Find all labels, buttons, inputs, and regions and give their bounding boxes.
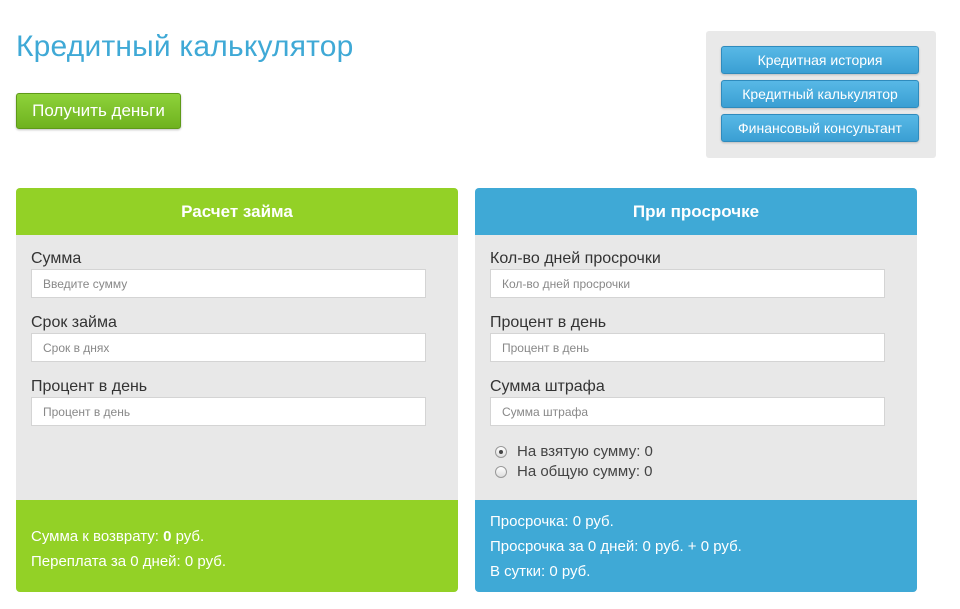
amount-input[interactable] xyxy=(31,269,426,298)
overdue-rate-input[interactable] xyxy=(490,333,885,362)
overdue-summary-footer: Просрочка: 0 руб. Просрочка за 0 дней: 0… xyxy=(475,500,917,592)
amount-label: Сумма xyxy=(31,250,82,267)
penalty-amount-input[interactable] xyxy=(490,397,885,426)
overdue-total-text: Просрочка: 0 руб. xyxy=(490,513,614,530)
overdue-per-day-text: В сутки: 0 руб. xyxy=(490,563,591,580)
daily-rate-input[interactable] xyxy=(31,397,426,426)
repay-amount-text: Сумма к возврату: 0 руб. xyxy=(31,528,204,545)
overdue-days-input[interactable] xyxy=(490,269,885,298)
nav-menu: Кредитная история Кредитный калькулятор … xyxy=(706,31,936,158)
overdue-rate-label: Процент в день xyxy=(490,314,607,331)
radio-label-total: На общую сумму: 0 xyxy=(517,463,653,480)
overpay-text: Переплата за 0 дней: 0 руб. xyxy=(31,553,227,570)
overdue-days-label: Кол-во дней просрочки xyxy=(490,250,661,267)
nav-credit-calculator-button[interactable]: Кредитный калькулятор xyxy=(721,80,919,108)
loan-panel-header: Расчет займа xyxy=(16,188,458,235)
radio-label-borrowed: На взятую сумму: 0 xyxy=(517,443,653,460)
radio-checked-icon[interactable] xyxy=(495,445,507,458)
term-input[interactable] xyxy=(31,333,426,362)
term-label: Срок займа xyxy=(31,314,117,331)
overdue-panel: При просрочке Кол-во дней просрочки Проц… xyxy=(475,188,917,592)
nav-credit-history-button[interactable]: Кредитная история xyxy=(721,46,919,74)
get-money-button[interactable]: Получить деньги xyxy=(16,93,181,129)
penalty-amount-label: Сумма штрафа xyxy=(490,378,605,395)
overdue-breakdown-text: Просрочка за 0 дней: 0 руб. + 0 руб. xyxy=(490,538,742,555)
overdue-panel-header: При просрочке xyxy=(475,188,917,235)
loan-calculation-panel: Расчет займа Сумма Срок займа Процент в … xyxy=(16,188,458,592)
radio-on-borrowed-amount[interactable]: На взятую сумму: 0 xyxy=(495,443,653,460)
daily-rate-label: Процент в день xyxy=(31,378,148,395)
repay-suffix: руб. xyxy=(171,528,205,545)
page-title: Кредитный калькулятор xyxy=(16,30,354,63)
repay-prefix: Сумма к возврату: xyxy=(31,528,164,545)
loan-summary-footer: Сумма к возврату: 0 руб. Переплата за 0 … xyxy=(16,500,458,592)
nav-financial-consultant-button[interactable]: Финансовый консультант xyxy=(721,114,919,142)
radio-unchecked-icon[interactable] xyxy=(495,465,507,478)
radio-on-total-amount[interactable]: На общую сумму: 0 xyxy=(495,463,653,480)
